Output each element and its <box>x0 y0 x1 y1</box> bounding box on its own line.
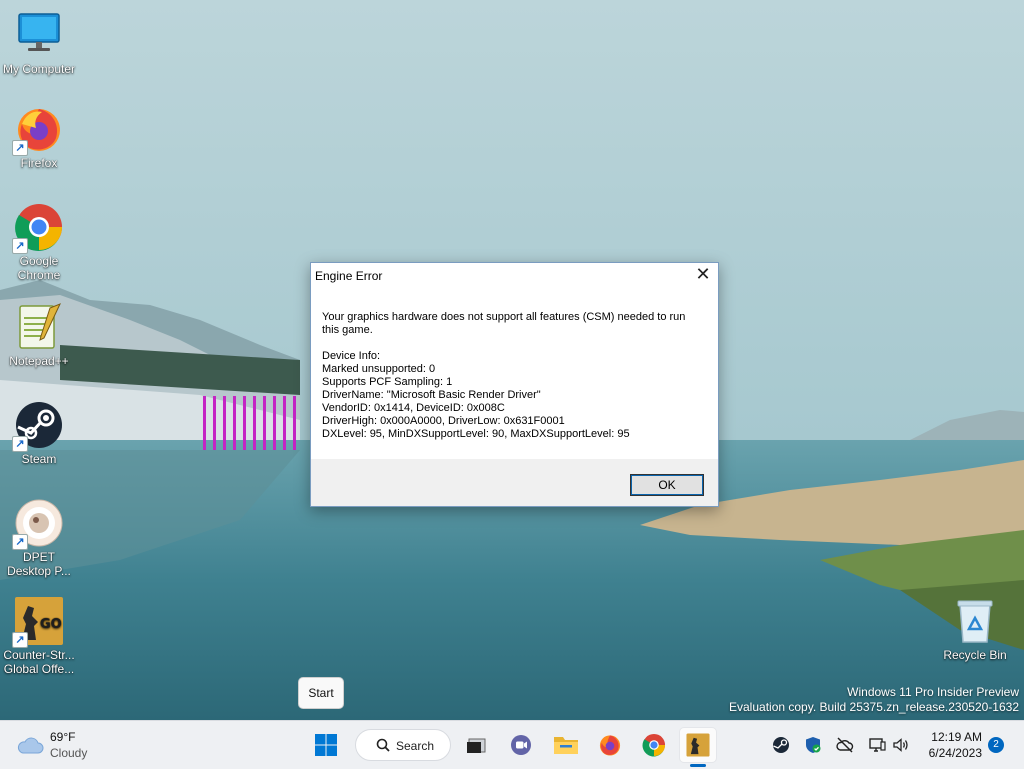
firefox-icon <box>599 735 621 756</box>
chrome-icon: ↗ <box>12 202 64 254</box>
device-info-line: Supports PCF Sampling: 1 <box>322 376 453 388</box>
taskbar-firefox-button[interactable] <box>591 727 629 763</box>
weather-temperature: 69°F <box>50 730 76 744</box>
device-info-line: VendorID: 0x1414, DeviceID: 0x008C <box>322 402 505 414</box>
desktop-icon-chrome[interactable]: ↗ Google Chrome <box>0 202 78 282</box>
start-button[interactable] <box>307 727 345 763</box>
engine-error-dialog: Engine Error ✕ Your graphics hardware do… <box>310 262 719 507</box>
desktop-icon-recycle-bin[interactable]: Recycle Bin <box>936 596 1014 662</box>
desktop-icon-label: Firefox <box>20 156 58 170</box>
network-icon[interactable] <box>868 736 886 754</box>
cloud-icon <box>17 737 44 754</box>
folder-icon <box>554 737 578 754</box>
start-tooltip: Start <box>298 677 344 709</box>
error-message: Your graphics hardware does not support … <box>322 311 686 336</box>
notification-badge[interactable]: 2 <box>988 737 1004 753</box>
search-icon <box>376 738 390 752</box>
watermark-edition: Windows 11 Pro Insider Preview <box>847 685 1019 699</box>
firefox-icon: ↗ <box>12 104 64 156</box>
windows-watermark: Windows 11 Pro Insider Preview Evaluatio… <box>729 685 1019 715</box>
steam-icon: ↗ <box>12 400 64 452</box>
dialog-title: Engine Error <box>315 269 383 283</box>
desktop-icon-label: Notepad++ <box>9 354 69 368</box>
desktop-icon-label: DPET Desktop P... <box>7 550 71 578</box>
volume-icon[interactable] <box>892 736 910 754</box>
recycle-bin-icon <box>950 596 1000 646</box>
notepad-plus-plus-icon <box>14 302 64 352</box>
file-explorer-button[interactable] <box>547 727 585 763</box>
weather-condition: Cloudy <box>50 746 88 760</box>
teams-chat-icon <box>511 735 531 755</box>
device-info-line: DriverHigh: 0x000A0000, DriverLow: 0x631… <box>322 415 565 427</box>
task-view-icon <box>467 738 486 753</box>
taskbar-chrome-button[interactable] <box>635 727 673 763</box>
device-info-line: DriverName: "Microsoft Basic Render Driv… <box>322 389 541 401</box>
shortcut-arrow-icon: ↗ <box>12 140 28 156</box>
taskbar-csgo-button[interactable] <box>679 727 717 763</box>
search-label: Search <box>396 739 435 753</box>
shortcut-arrow-icon: ↗ <box>12 436 28 452</box>
desktop-icon-label: Counter-Str... Global Offe... <box>3 648 75 676</box>
taskbar: 69°F Cloudy Search 12:19 AM 6/24/2023 2 <box>0 720 1024 769</box>
csgo-icon: GO ↗ <box>12 596 64 648</box>
close-button[interactable]: ✕ <box>688 263 718 289</box>
steam-tray-icon[interactable] <box>772 736 790 754</box>
security-shield-icon[interactable] <box>804 736 822 754</box>
running-indicator <box>690 764 706 767</box>
device-info-line: DXLevel: 95, MinDXSupportLevel: 90, MaxD… <box>322 428 630 440</box>
shortcut-arrow-icon: ↗ <box>12 632 28 648</box>
dialog-titlebar[interactable]: Engine Error ✕ <box>311 263 718 289</box>
clock-date: 6/24/2023 <box>928 746 982 760</box>
shortcut-arrow-icon: ↗ <box>12 238 28 254</box>
desktop-icon-label: My Computer <box>2 62 76 76</box>
device-info-line: Marked unsupported: 0 <box>322 363 436 375</box>
cloud-offline-icon[interactable] <box>836 736 854 754</box>
desktop-icon-notepad-plus-plus[interactable]: Notepad++ <box>0 302 78 368</box>
task-view-button[interactable] <box>457 727 495 763</box>
desktop-icon-dpet[interactable]: ↗ DPET Desktop P... <box>0 498 78 578</box>
dpet-icon: ↗ <box>12 498 64 550</box>
desktop-icon-label: Google Chrome <box>17 254 61 282</box>
windows-logo-icon <box>315 734 337 756</box>
teams-chat-button[interactable] <box>502 727 540 763</box>
chrome-icon <box>642 733 666 757</box>
watermark-build: Evaluation copy. Build 25375.zn_release.… <box>729 700 1019 714</box>
system-clock[interactable]: 12:19 AM 6/24/2023 <box>916 729 982 761</box>
desktop-icon-csgo[interactable]: GO ↗ Counter-Str... Global Offe... <box>0 596 78 676</box>
close-icon: ✕ <box>695 264 711 285</box>
desktop-icon-label: Recycle Bin <box>943 648 1007 662</box>
svg-text:GO: GO <box>40 617 62 632</box>
desktop-icon-steam[interactable]: ↗ Steam <box>0 400 78 466</box>
device-info-line: Device Info: <box>322 350 381 362</box>
desktop-icon-label: Steam <box>21 452 57 466</box>
dialog-body: Your graphics hardware does not support … <box>311 289 718 459</box>
taskbar-search[interactable]: Search <box>355 729 451 761</box>
ok-button[interactable]: OK <box>630 474 704 496</box>
render-artifact <box>203 396 296 450</box>
clock-time: 12:19 AM <box>931 730 982 744</box>
shortcut-arrow-icon: ↗ <box>12 534 28 550</box>
weather-widget[interactable]: 69°F Cloudy <box>16 729 126 761</box>
desktop-icon-my-computer[interactable]: My Computer <box>0 10 78 76</box>
csgo-icon <box>686 733 710 757</box>
monitor-icon <box>14 10 64 60</box>
desktop-icon-firefox[interactable]: ↗ Firefox <box>0 104 78 170</box>
